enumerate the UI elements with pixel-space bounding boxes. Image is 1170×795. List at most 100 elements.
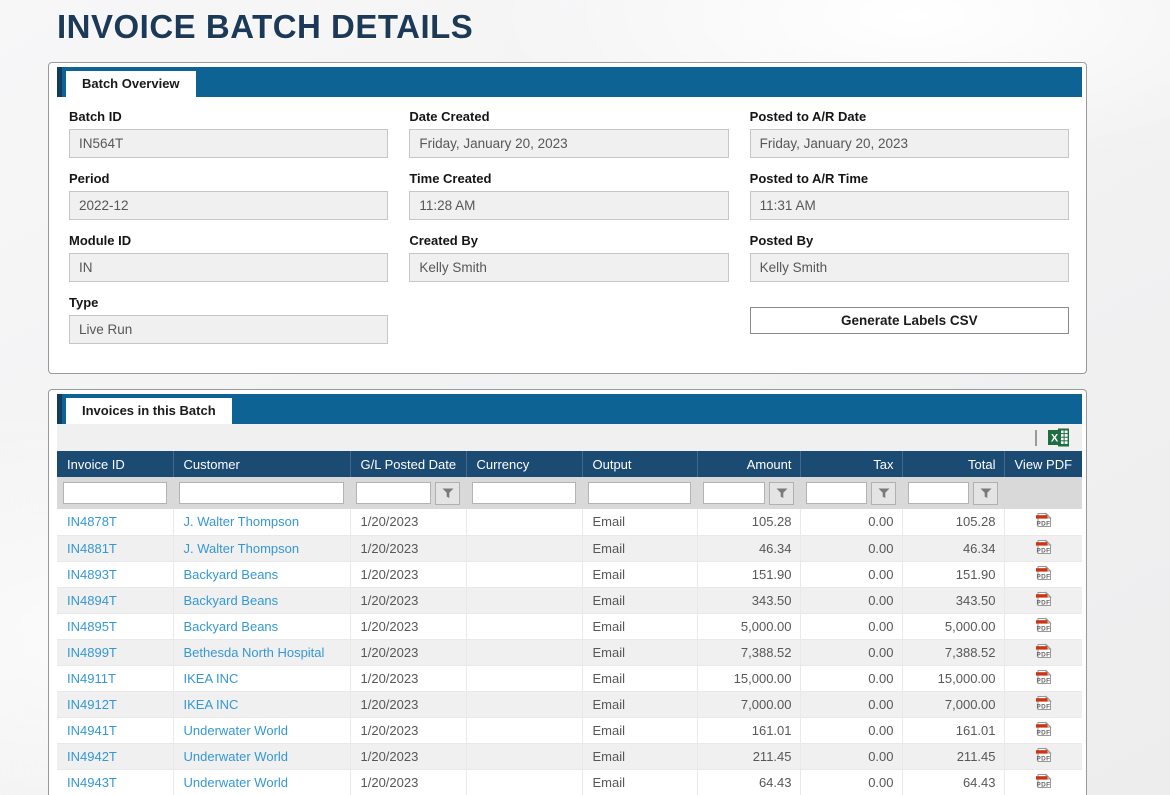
svg-text:PDF: PDF xyxy=(1036,547,1050,554)
table-row: IN4899T Bethesda North Hospital 1/20/202… xyxy=(57,639,1082,665)
customer-link[interactable]: Underwater World xyxy=(184,749,289,764)
table-row: IN4881T J. Walter Thompson 1/20/2023 Ema… xyxy=(57,535,1082,561)
invoice-id-link[interactable]: IN4881T xyxy=(67,541,117,556)
invoice-id-link[interactable]: IN4911T xyxy=(67,671,116,686)
customer-link[interactable]: Backyard Beans xyxy=(184,619,279,634)
customer-link[interactable]: IKEA INC xyxy=(184,671,239,686)
column-header-gl-posted-date[interactable]: G/L Posted Date xyxy=(350,451,466,477)
column-header-tax[interactable]: Tax xyxy=(800,451,902,477)
customer-link[interactable]: Backyard Beans xyxy=(184,593,279,608)
pdf-icon[interactable]: PDF xyxy=(1034,511,1053,532)
pdf-icon[interactable]: PDF xyxy=(1034,616,1053,637)
column-header-invoice-id[interactable]: Invoice ID xyxy=(57,451,173,477)
total-cell: 151.90 xyxy=(902,561,1004,587)
tab-batch-overview[interactable]: Batch Overview xyxy=(66,71,196,97)
invoices-table: Invoice ID Customer G/L Posted Date Curr… xyxy=(57,451,1082,795)
table-row: IN4893T Backyard Beans 1/20/2023 Email 1… xyxy=(57,561,1082,587)
invoice-id-link[interactable]: IN4941T xyxy=(67,723,117,738)
pdf-icon[interactable]: PDF xyxy=(1034,746,1053,767)
invoice-id-link[interactable]: IN4895T xyxy=(67,619,117,634)
field-label: Time Created xyxy=(409,171,728,186)
field-value-input[interactable] xyxy=(409,253,728,282)
field-value-input[interactable] xyxy=(409,129,728,158)
customer-link[interactable]: J. Walter Thompson xyxy=(184,541,300,556)
table-row: IN4912T IKEA INC 1/20/2023 Email 7,000.0… xyxy=(57,691,1082,717)
filter-input-currency[interactable] xyxy=(472,482,576,504)
pdf-icon[interactable]: PDF xyxy=(1034,564,1053,585)
pdf-icon[interactable]: PDF xyxy=(1034,590,1053,611)
batch-overview-form: Batch ID Period Module ID Type xyxy=(57,97,1082,373)
customer-link[interactable]: Bethesda North Hospital xyxy=(184,645,325,660)
filter-funnel-button-gl-posted-date[interactable] xyxy=(435,482,460,505)
svg-text:PDF: PDF xyxy=(1036,573,1050,580)
field-value-input[interactable] xyxy=(750,191,1069,220)
field-value-input[interactable] xyxy=(69,191,388,220)
filter-funnel-button-total[interactable] xyxy=(973,482,998,505)
invoice-id-link[interactable]: IN4878T xyxy=(67,514,117,529)
amount-cell: 151.90 xyxy=(697,561,800,587)
field-value-input[interactable] xyxy=(69,253,388,282)
field-value-input[interactable] xyxy=(750,253,1069,282)
table-row: IN4942T Underwater World 1/20/2023 Email… xyxy=(57,743,1082,769)
tab-invoices-in-this-batch[interactable]: Invoices in this Batch xyxy=(66,398,232,424)
pdf-icon[interactable]: PDF xyxy=(1034,538,1053,559)
invoice-id-link[interactable]: IN4894T xyxy=(67,593,117,608)
pdf-icon[interactable]: PDF xyxy=(1034,668,1053,689)
output-cell: Email xyxy=(582,769,697,795)
filter-input-invoice-id[interactable] xyxy=(63,482,167,504)
filter-input-total[interactable] xyxy=(908,482,969,504)
column-header-amount[interactable]: Amount xyxy=(697,451,800,477)
filter-input-gl-posted-date[interactable] xyxy=(356,482,431,504)
output-cell: Email xyxy=(582,717,697,743)
filter-input-tax[interactable] xyxy=(806,482,867,504)
currency-cell xyxy=(466,769,582,795)
column-header-total[interactable]: Total xyxy=(902,451,1004,477)
svg-text:PDF: PDF xyxy=(1036,781,1050,788)
column-header-customer[interactable]: Customer xyxy=(173,451,350,477)
gl-posted-date-cell: 1/20/2023 xyxy=(350,665,466,691)
field-value-input[interactable] xyxy=(750,129,1069,158)
excel-export-icon[interactable]: X xyxy=(1048,428,1070,447)
gl-posted-date-cell: 1/20/2023 xyxy=(350,743,466,769)
invoice-id-link[interactable]: IN4943T xyxy=(67,775,117,790)
filter-funnel-button-amount[interactable] xyxy=(769,482,794,505)
field-label: Module ID xyxy=(69,233,388,248)
field-value-input[interactable] xyxy=(69,315,388,344)
column-header-output[interactable]: Output xyxy=(582,451,697,477)
svg-text:PDF: PDF xyxy=(1036,625,1050,632)
filter-input-customer[interactable] xyxy=(179,482,344,504)
customer-link[interactable]: J. Walter Thompson xyxy=(184,514,300,529)
total-cell: 343.50 xyxy=(902,587,1004,613)
form-field: Module ID xyxy=(69,233,388,282)
invoices-tabbar: Invoices in this Batch xyxy=(57,394,1082,424)
total-cell: 7,000.00 xyxy=(902,691,1004,717)
currency-cell xyxy=(466,691,582,717)
invoice-id-link[interactable]: IN4899T xyxy=(67,645,117,660)
form-field: Posted to A/R Date xyxy=(750,109,1069,158)
filter-funnel-button-tax[interactable] xyxy=(871,482,896,505)
tax-cell: 0.00 xyxy=(800,769,902,795)
pdf-icon[interactable]: PDF xyxy=(1034,642,1053,663)
invoice-id-link[interactable]: IN4942T xyxy=(67,749,117,764)
svg-text:PDF: PDF xyxy=(1036,703,1050,710)
generate-labels-csv-button[interactable]: Generate Labels CSV xyxy=(750,307,1069,334)
form-column-2: Date Created Time Created Created By xyxy=(409,109,728,357)
column-header-currency[interactable]: Currency xyxy=(466,451,582,477)
invoice-id-link[interactable]: IN4893T xyxy=(67,567,117,582)
filter-input-amount[interactable] xyxy=(703,482,765,504)
customer-link[interactable]: Backyard Beans xyxy=(184,567,279,582)
customer-link[interactable]: IKEA INC xyxy=(184,697,239,712)
customer-link[interactable]: Underwater World xyxy=(184,723,289,738)
filter-input-output[interactable] xyxy=(588,482,691,504)
pdf-icon[interactable]: PDF xyxy=(1034,772,1053,793)
field-value-input[interactable] xyxy=(69,129,388,158)
total-cell: 64.43 xyxy=(902,769,1004,795)
customer-link[interactable]: Underwater World xyxy=(184,775,289,790)
field-value-input[interactable] xyxy=(409,191,728,220)
toolbar-divider xyxy=(1035,430,1037,446)
invoice-id-link[interactable]: IN4912T xyxy=(67,697,117,712)
pdf-icon[interactable]: PDF xyxy=(1034,694,1053,715)
pdf-icon[interactable]: PDF xyxy=(1034,720,1053,741)
gl-posted-date-cell: 1/20/2023 xyxy=(350,535,466,561)
table-row: IN4878T J. Walter Thompson 1/20/2023 Ema… xyxy=(57,509,1082,535)
